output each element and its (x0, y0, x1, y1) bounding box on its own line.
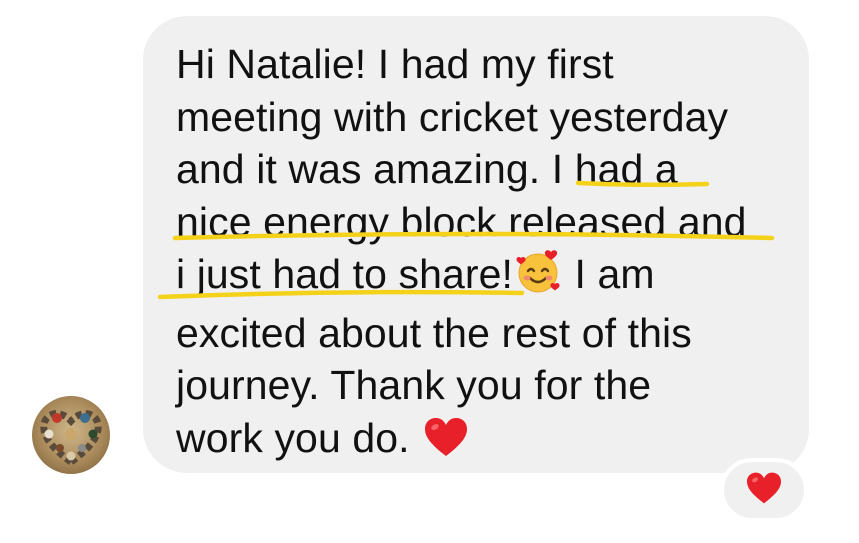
red-heart-icon (745, 471, 783, 510)
message-segment: I am (563, 251, 655, 297)
conversation-view: Hi Natalie! I had my first meeting with … (0, 0, 859, 543)
message-line: journey. Thank you for the (176, 362, 652, 408)
highlighted-line: nice energy block released and (176, 198, 747, 245)
message-text: Hi Natalie! I had my first meeting with … (176, 38, 796, 470)
message-line: meeting with cricket yesterday (176, 93, 729, 140)
highlighted-segment: i just had to share! (176, 251, 514, 297)
heart-reaction[interactable] (720, 458, 808, 522)
message-segment: work you do. (176, 414, 422, 461)
message-line: and it was amazing. I had a (176, 143, 796, 196)
smiling-face-with-hearts-icon (515, 248, 561, 307)
message-line: Hi Natalie! I had my first (176, 41, 614, 87)
message-line: work you do. (176, 412, 796, 471)
message-line: i just had to share! I am (176, 248, 796, 307)
message-segment: and it was amazing. (176, 146, 552, 192)
avatar-heart-stones-image (40, 410, 102, 467)
red-heart-icon (423, 416, 469, 471)
message-line: excited about the rest of this (176, 309, 692, 356)
highlighted-segment: I had a (551, 146, 678, 192)
avatar[interactable] (32, 396, 110, 474)
